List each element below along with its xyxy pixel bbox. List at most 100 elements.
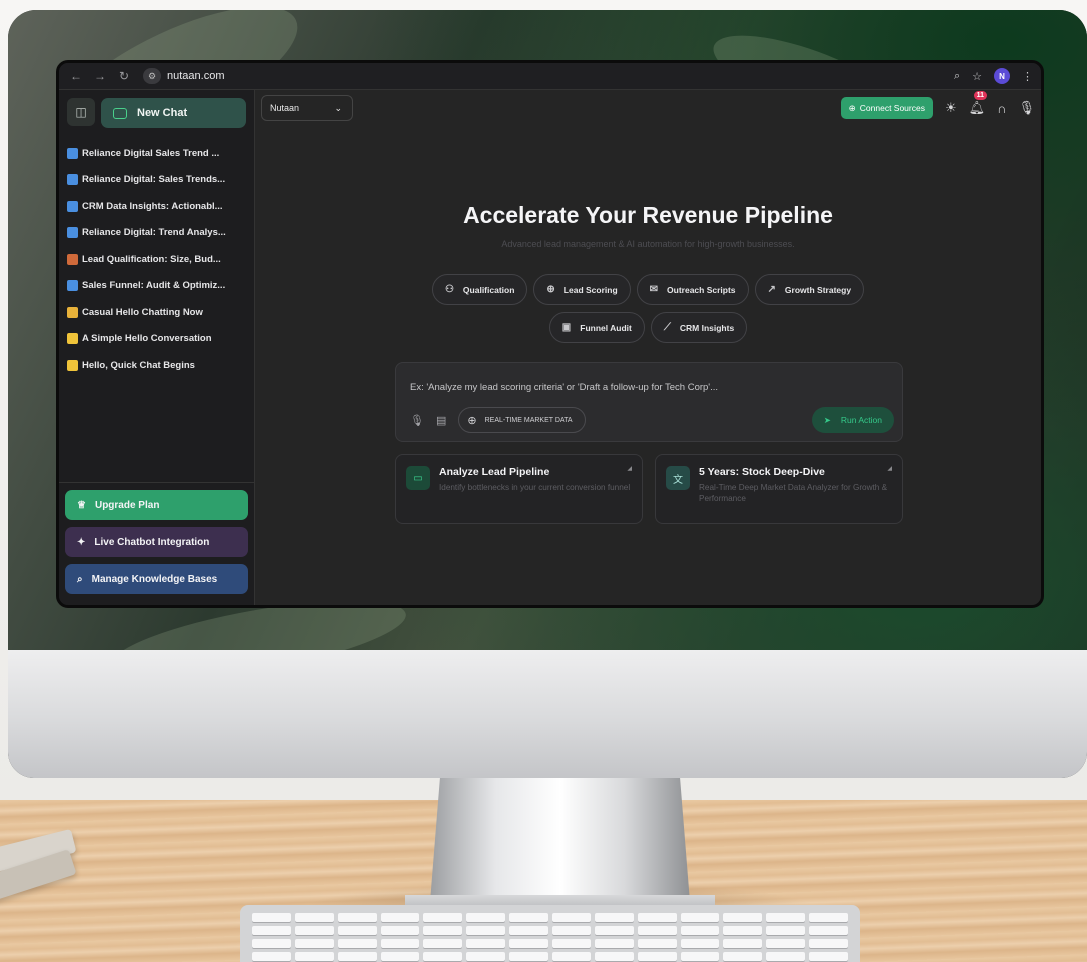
zoom-icon[interactable]: ⌕ bbox=[954, 70, 960, 83]
attachment-icon[interactable]: ▤ bbox=[436, 414, 446, 427]
keyboard-key bbox=[637, 926, 677, 935]
keyboard-key bbox=[294, 952, 334, 961]
keyboard-key bbox=[766, 952, 806, 961]
keyboard-key bbox=[423, 952, 463, 961]
chip-outreach-scripts[interactable]: ✉ Outreach Scripts bbox=[636, 274, 749, 305]
keyboard-key bbox=[809, 926, 848, 935]
keyboard-key bbox=[766, 913, 806, 922]
keyboard-key bbox=[637, 939, 677, 948]
card-stock-deep-dive[interactable]: 文 5 Years: Stock Deep-Dive Real-Time Dee… bbox=[655, 454, 903, 524]
run-action-button[interactable]: ➤ Run Action bbox=[811, 407, 894, 433]
send-icon: ➤ bbox=[823, 414, 831, 425]
chip-lead-scoring[interactable]: ⊕ Lead Scoring bbox=[533, 274, 631, 305]
keyboard-key bbox=[552, 913, 591, 922]
new-chat-button[interactable]: New Chat bbox=[101, 98, 246, 128]
live-chatbot-button[interactable]: ✦ Live Chatbot Integration bbox=[65, 527, 248, 557]
prompt-input[interactable] bbox=[410, 382, 888, 393]
knowledge-bases-label: Manage Knowledge Bases bbox=[91, 573, 218, 585]
chat-history-item[interactable]: CRM Data Insights: Actionabl... bbox=[67, 193, 246, 220]
chat-history-label: Reliance Digital Sales Trend ... bbox=[82, 147, 220, 159]
keyboard-key bbox=[509, 913, 548, 922]
workspace-select[interactable]: Nutaan ⌄ bbox=[261, 95, 353, 121]
trending-up-icon: ↗ bbox=[767, 284, 776, 295]
card-description: Identify bottlenecks in your current con… bbox=[439, 483, 631, 492]
microphone-icon[interactable]: 🎙︎ bbox=[1018, 100, 1035, 116]
translate-icon: 文 bbox=[666, 466, 690, 490]
sidebar-toggle-icon[interactable]: ◫ bbox=[67, 98, 95, 126]
corner-arrow-icon: ◢ bbox=[887, 466, 892, 472]
folder-icon: ▭ bbox=[406, 466, 430, 490]
line-chart-icon: ⟋ bbox=[663, 322, 671, 333]
chat-emoji-icon bbox=[67, 359, 78, 371]
site-settings-icon[interactable]: ⚙ bbox=[143, 68, 161, 84]
profile-avatar[interactable]: N bbox=[994, 68, 1010, 84]
keyboard-key bbox=[380, 926, 420, 935]
chat-history-item[interactable]: Reliance Digital Sales Trend ... bbox=[67, 140, 246, 167]
notifications-bell-icon[interactable]: 🔔︎ 11 bbox=[969, 91, 988, 116]
chat-history-label: Hello, Quick Chat Begins bbox=[82, 359, 195, 371]
knowledge-bases-button[interactable]: ⌕ Manage Knowledge Bases bbox=[65, 564, 248, 594]
theme-sun-icon[interactable]: ☀ bbox=[945, 100, 957, 116]
connect-sources-button[interactable]: ⊕ Connect Sources bbox=[840, 97, 933, 119]
crown-icon: ♕ bbox=[77, 499, 86, 511]
keyboard-key bbox=[294, 939, 334, 948]
keyboard-key bbox=[723, 952, 763, 961]
sidebar-divider bbox=[59, 482, 254, 483]
card-description: Real-Time Deep Market Data Analyzer for … bbox=[699, 483, 888, 504]
keyboard-key bbox=[466, 939, 506, 948]
chat-history-label: Lead Qualification: Size, Bud... bbox=[82, 253, 221, 265]
url-text: nutaan.com bbox=[167, 70, 225, 82]
support-headset-icon[interactable]: ∩ bbox=[997, 101, 1006, 116]
chip-funnel-audit[interactable]: ▣ Funnel Audit bbox=[548, 312, 645, 343]
screen: ← → ↻ ⚙ nutaan.com ⌕ ☆ N ⋮ ◫ New Chat Re… bbox=[56, 60, 1044, 608]
keyboard-key bbox=[423, 939, 463, 948]
keyboard-key bbox=[294, 913, 334, 922]
forward-icon[interactable]: → bbox=[91, 67, 109, 85]
chat-history-item[interactable]: A Simple Hello Conversation bbox=[67, 326, 246, 353]
keyboard-key bbox=[680, 952, 720, 961]
keyboard-key bbox=[809, 939, 848, 948]
card-title: Analyze Lead Pipeline bbox=[439, 466, 550, 478]
keyboard-key bbox=[509, 939, 548, 948]
keyboard-key bbox=[766, 926, 806, 935]
target-icon: ⊕ bbox=[546, 284, 555, 295]
keyboard-key bbox=[466, 952, 506, 961]
address-bar[interactable]: ⚙ nutaan.com bbox=[143, 68, 224, 84]
chat-history-item[interactable]: Hello, Quick Chat Begins bbox=[67, 352, 246, 379]
keyboard-key bbox=[252, 926, 291, 935]
upgrade-plan-label: Upgrade Plan bbox=[94, 499, 160, 511]
reload-icon[interactable]: ↻ bbox=[115, 67, 133, 85]
globe-icon: ⊕ bbox=[467, 414, 477, 427]
market-data-toggle[interactable]: ⊕ REAL-TIME MARKET DATA bbox=[458, 407, 586, 433]
chat-history-item[interactable]: Reliance Digital: Sales Trends... bbox=[67, 167, 246, 194]
keyboard-key bbox=[337, 926, 377, 935]
upgrade-plan-button[interactable]: ♕ Upgrade Plan bbox=[65, 490, 248, 520]
chip-growth-strategy[interactable]: ↗ Growth Strategy bbox=[754, 274, 865, 305]
browser-menu-icon[interactable]: ⋮ bbox=[1022, 70, 1033, 83]
keyboard-key bbox=[680, 926, 720, 935]
chat-emoji-icon bbox=[67, 200, 78, 212]
chip-qualification[interactable]: ⚇ Qualification bbox=[431, 274, 528, 305]
books-stack bbox=[0, 828, 80, 910]
chat-history-item[interactable]: Casual Hello Chatting Now bbox=[67, 299, 246, 326]
microphone-icon[interactable]: 🎙︎ bbox=[410, 414, 424, 427]
keyboard-key bbox=[680, 913, 720, 922]
chat-history-item[interactable]: Reliance Digital: Trend Analys... bbox=[67, 220, 246, 247]
chat-emoji-icon bbox=[67, 174, 78, 186]
keyboard-key bbox=[252, 939, 291, 948]
keyboard-key bbox=[552, 939, 591, 948]
chat-emoji-icon bbox=[67, 306, 78, 318]
bookmark-star-icon[interactable]: ☆ bbox=[972, 70, 982, 83]
chat-history-label: Reliance Digital: Trend Analys... bbox=[82, 227, 226, 239]
browser-toolbar: ← → ↻ ⚙ nutaan.com ⌕ ☆ N ⋮ bbox=[59, 63, 1041, 90]
keyboard-key bbox=[680, 939, 720, 948]
back-icon[interactable]: ← bbox=[67, 67, 85, 85]
market-data-label: REAL-TIME MARKET DATA bbox=[484, 416, 573, 424]
keyboard-key bbox=[809, 952, 848, 961]
keyboard-key bbox=[637, 952, 677, 961]
card-analyze-lead-pipeline[interactable]: ▭ Analyze Lead Pipeline Identify bottlen… bbox=[395, 454, 643, 524]
chat-history-item[interactable]: Lead Qualification: Size, Bud... bbox=[67, 246, 246, 273]
chip-crm-insights[interactable]: ⟋ CRM Insights bbox=[650, 312, 748, 343]
chat-history-item[interactable]: Sales Funnel: Audit & Optimiz... bbox=[67, 273, 246, 300]
keyboard-key bbox=[380, 913, 420, 922]
